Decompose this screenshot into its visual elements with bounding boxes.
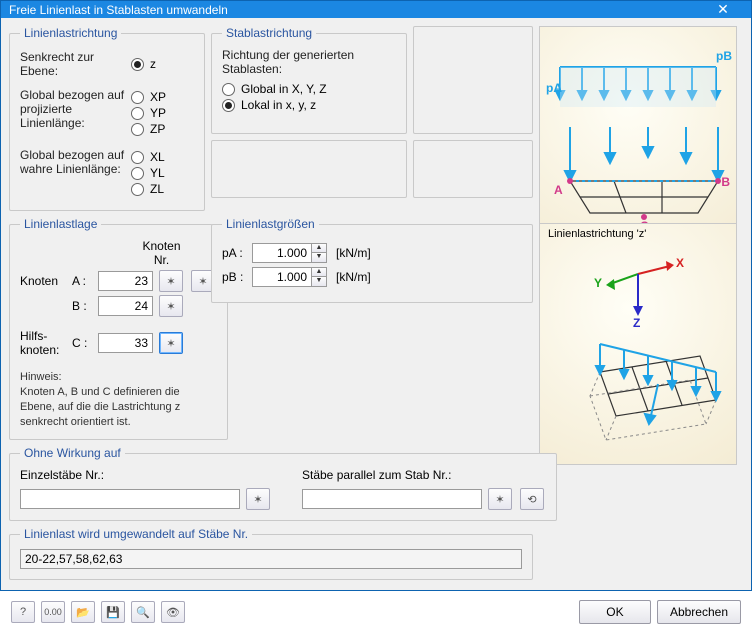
radio-zl[interactable] [131, 183, 144, 196]
legend: Linienlast wird umgewandelt auf Stäbe Nr… [20, 527, 252, 541]
label-pB: pB [716, 49, 732, 63]
spin-up-icon[interactable]: ▲ [312, 244, 326, 253]
close-icon[interactable]: ✕ [703, 1, 743, 18]
spin-up-icon[interactable]: ▲ [312, 268, 326, 277]
caption: Richtung der generierten Stablasten: [222, 48, 396, 76]
label-wahre: Global bezogen auf wahre Linienlänge: [20, 148, 125, 176]
radio-z-label: z [150, 57, 156, 71]
axis-x: X [676, 256, 684, 270]
radio-xl[interactable] [131, 151, 144, 164]
preview-diagram-2: Linienlastrichtung 'z' [539, 223, 737, 465]
label-pA: pA [546, 81, 562, 95]
label-einzel: Einzelstäbe Nr.: [20, 468, 240, 482]
label-proj: Global bezogen auf projizierte Linienlän… [20, 88, 125, 130]
axis-z: Z [633, 316, 640, 330]
input-parallel[interactable] [302, 489, 482, 509]
cancel-button[interactable]: Abbrechen [657, 600, 741, 624]
radio-global[interactable] [222, 83, 235, 96]
label-B: B : [72, 299, 92, 313]
group-empty-2 [413, 26, 533, 134]
group-linienlastlage: Linienlastlage Knoten Nr. Knoten A : ✶ ✶… [9, 217, 228, 440]
radio-z[interactable] [131, 58, 144, 71]
legend: Linienlastgrößen [222, 217, 319, 231]
label-parallel: Stäbe parallel zum Stab Nr.: [302, 468, 482, 482]
group-linienlastgroessen: Linienlastgrößen pA : ▲▼ [kN/m] pB : ▲▼ … [211, 217, 533, 303]
label-knoten: Knoten [20, 274, 66, 288]
hint-text: Knoten A, B und C definieren die Ebene, … [20, 385, 217, 430]
group-empty-3 [413, 140, 533, 198]
ok-button[interactable]: OK [579, 600, 651, 624]
save-icon[interactable]: 💾 [101, 601, 125, 623]
help-icon[interactable]: ? [11, 601, 35, 623]
radio-lokal[interactable] [222, 99, 235, 112]
units-icon[interactable]: 0.00 [41, 601, 65, 623]
radio-yl[interactable] [131, 167, 144, 180]
label-A: A : [72, 274, 92, 288]
spin-down-icon[interactable]: ▼ [312, 253, 326, 262]
zoom-icon[interactable]: 🔍 [131, 601, 155, 623]
label-pA: pA : [222, 246, 246, 260]
unit-pA: [kN/m] [336, 246, 380, 260]
input-einzel[interactable] [20, 489, 240, 509]
label-senkrecht: Senkrecht zur Ebene: [20, 50, 125, 78]
open-icon[interactable]: 📂 [71, 601, 95, 623]
window-title: Freie Linienlast in Stablasten umwandeln [9, 3, 228, 17]
spin-down-icon[interactable]: ▼ [312, 277, 326, 286]
preview-diagram-1: pA pB A B C [539, 26, 737, 246]
footer: ? 0.00 📂 💾 🔍 👁 OK Abbrechen [1, 594, 751, 634]
undo-parallel-icon[interactable]: ⟲ [520, 488, 544, 510]
pick-parallel-icon[interactable]: ✶ [488, 488, 512, 510]
group-linienlastrichtung: Linienlastrichtung Senkrecht zur Ebene: … [9, 26, 205, 211]
label-B: B [721, 175, 730, 189]
axis-y: Y [594, 276, 602, 290]
group-ohne-wirkung: Ohne Wirkung auf Einzelstäbe Nr.: Stäbe … [9, 446, 557, 521]
label-hilfs: Hilfs- knoten: [20, 329, 66, 357]
pick-einzel-icon[interactable]: ✶ [246, 488, 270, 510]
pick-node-a-icon[interactable]: ✶ [159, 270, 183, 292]
titlebar: Freie Linienlast in Stablasten umwandeln… [1, 1, 751, 18]
input-knoten-a[interactable] [98, 271, 153, 291]
radio-yp[interactable] [131, 107, 144, 120]
input-pA[interactable] [252, 243, 312, 263]
pick-node-b-icon[interactable]: ✶ [159, 295, 183, 317]
group-stablastrichtung: Stablastrichtung Richtung der generierte… [211, 26, 407, 134]
group-umgewandelt: Linienlast wird umgewandelt auf Stäbe Nr… [9, 527, 533, 580]
hint-label: Hinweis: [20, 370, 217, 385]
group-empty-1 [211, 140, 407, 198]
radio-xp[interactable] [131, 91, 144, 104]
legend: Stablastrichtung [222, 26, 316, 40]
dialog-window: Freie Linienlast in Stablasten umwandeln… [0, 0, 752, 591]
legend: Linienlastrichtung [20, 26, 121, 40]
legend: Ohne Wirkung auf [20, 446, 125, 460]
label-pB: pB : [222, 270, 246, 284]
unit-pB: [kN/m] [336, 270, 380, 284]
input-knoten-c[interactable] [98, 333, 153, 353]
label-C: C : [72, 336, 92, 350]
col-header: Knoten Nr. [134, 239, 189, 267]
input-knoten-b[interactable] [98, 296, 153, 316]
preview-icon[interactable]: 👁 [161, 601, 185, 623]
legend: Linienlastlage [20, 217, 101, 231]
pick-node-c-icon[interactable]: ✶ [159, 332, 183, 354]
label-A: A [554, 183, 563, 197]
radio-zp[interactable] [131, 123, 144, 136]
output-staebe [20, 549, 522, 569]
input-pB[interactable] [252, 267, 312, 287]
